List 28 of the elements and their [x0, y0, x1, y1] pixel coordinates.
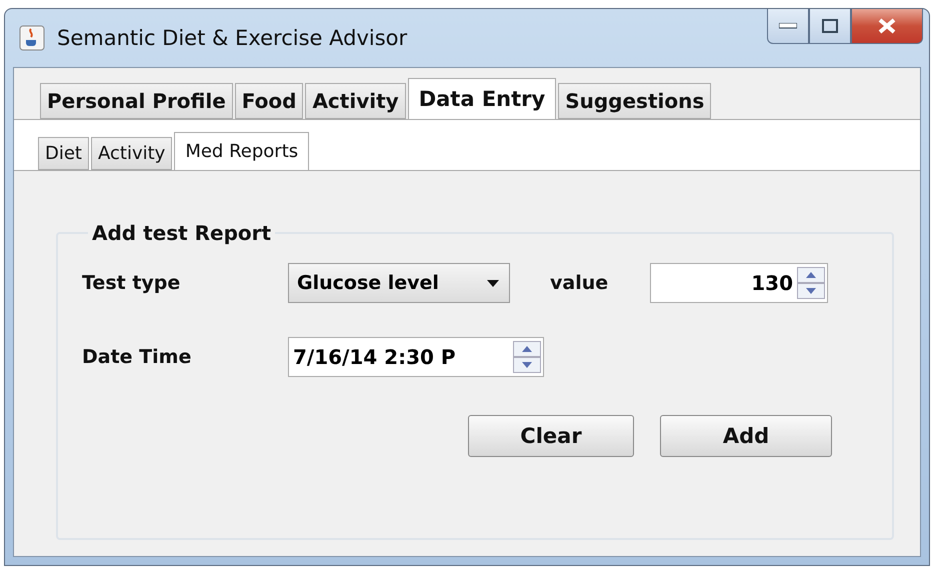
- maximize-button[interactable]: [809, 9, 851, 44]
- window-title: Semantic Diet & Exercise Advisor: [57, 26, 408, 50]
- tab[interactable]: Diet: [38, 137, 89, 170]
- close-button[interactable]: [851, 9, 923, 44]
- minimize-button[interactable]: [767, 9, 809, 44]
- field-label: value: [550, 272, 610, 294]
- minimize-icon: [779, 23, 797, 29]
- test-type-dropdown[interactable]: Glucose level: [288, 263, 510, 303]
- spinner-arrows-icon[interactable]: [513, 341, 541, 373]
- clear-button[interactable]: Clear: [468, 415, 634, 457]
- tab[interactable]: Personal Profile: [40, 83, 233, 119]
- tab[interactable]: Activity: [305, 83, 406, 119]
- field-label: Date Time: [82, 346, 192, 368]
- tab[interactable]: Med Reports: [174, 132, 310, 170]
- close-icon: [877, 17, 897, 35]
- spinner-arrows-icon[interactable]: [797, 267, 825, 299]
- add-button[interactable]: Add: [660, 415, 832, 457]
- group-title: Add test Report: [91, 221, 272, 245]
- caret-icon: [487, 280, 499, 286]
- tab[interactable]: Activity: [91, 137, 172, 170]
- tab[interactable]: Suggestions: [558, 83, 712, 119]
- tab[interactable]: Food: [234, 83, 304, 119]
- cup-icon: [19, 25, 45, 51]
- date-time-spinner[interactable]: 7/16/14 2:30 P: [288, 337, 544, 377]
- value-spinner[interactable]: 130: [650, 263, 828, 303]
- field-label: Test type: [82, 272, 182, 294]
- maximize-icon: [822, 19, 838, 33]
- tab[interactable]: Data Entry: [408, 78, 556, 119]
